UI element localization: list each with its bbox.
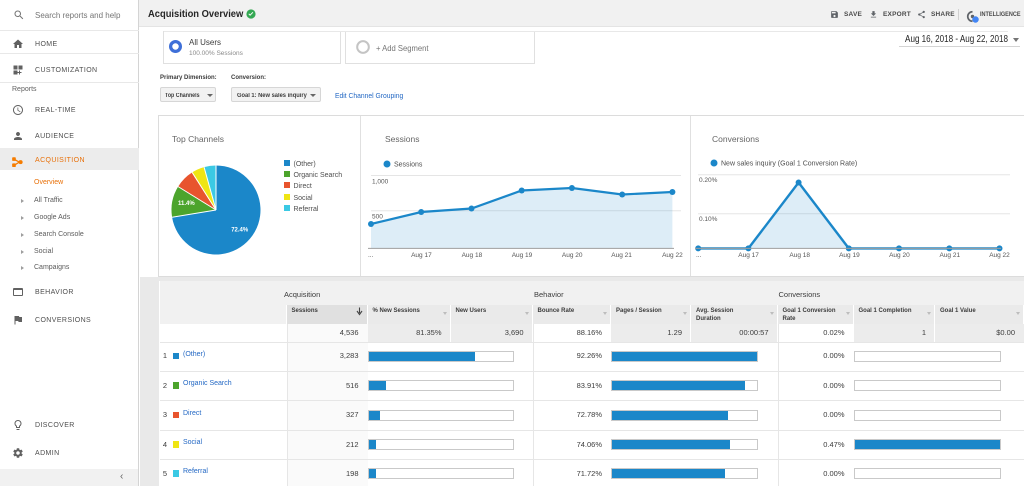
svg-text:Aug 21: Aug 21 bbox=[939, 252, 960, 259]
svg-text:Aug 18: Aug 18 bbox=[789, 252, 810, 259]
svg-text:New sales inquiry (Goal 1 Conv: New sales inquiry (Goal 1 Conversion Rat… bbox=[721, 161, 857, 168]
svg-text:Aug 22: Aug 22 bbox=[989, 252, 1010, 259]
svg-text:0.20%: 0.20% bbox=[699, 177, 718, 184]
svg-text:Aug 17: Aug 17 bbox=[738, 252, 759, 259]
svg-text:0.10%: 0.10% bbox=[699, 216, 718, 223]
svg-text:Aug 19: Aug 19 bbox=[839, 252, 860, 259]
svg-text:Aug 20: Aug 20 bbox=[889, 252, 910, 259]
svg-text:...: ... bbox=[696, 252, 702, 259]
